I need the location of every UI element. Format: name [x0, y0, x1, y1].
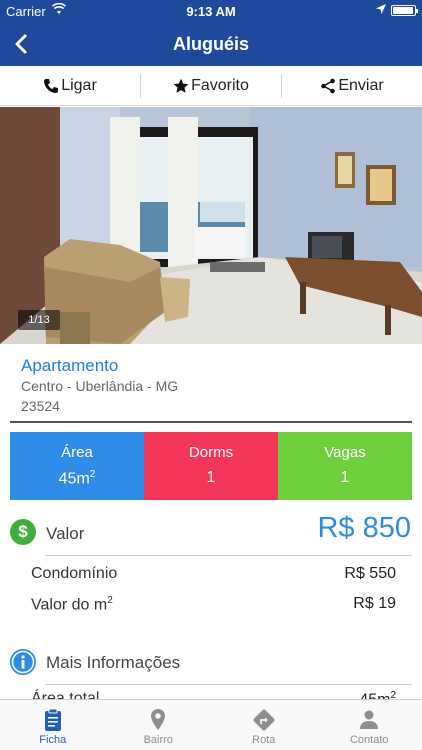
- more-info-divider: [46, 684, 412, 685]
- clock: 9:13 AM: [186, 4, 236, 19]
- tab-rota[interactable]: Rota: [211, 700, 317, 750]
- page-title: Aluguéis: [172, 34, 249, 54]
- navigation-bar: Carrier 9:13 AM Aluguéis: [0, 0, 422, 66]
- rent-price: R$ 850: [317, 512, 411, 544]
- area-stat: Área 45m2: [10, 432, 144, 500]
- price-per-m2-value: R$ 19: [353, 595, 396, 612]
- photo-counter: 1/13: [18, 310, 60, 330]
- share-icon: [321, 78, 336, 94]
- property-code: 23524: [21, 398, 60, 414]
- status-bar: Carrier 9:13 AM: [0, 0, 422, 22]
- tab-ficha-label: Ficha: [39, 734, 67, 746]
- tab-bairro[interactable]: Bairro: [106, 700, 212, 750]
- condo-fee-label: Condomínio: [31, 565, 118, 582]
- parking-value: 1: [340, 469, 350, 486]
- condo-fee-value: R$ 550: [344, 565, 396, 582]
- property-type: Apartamento: [21, 356, 119, 375]
- call-button[interactable]: Ligar: [0, 66, 140, 105]
- route-icon: [253, 709, 275, 731]
- favorite-label: Favorito: [191, 77, 249, 94]
- property-stats: Área 45m2 Dorms 1 Vagas 1: [10, 432, 412, 500]
- phone-icon: [44, 78, 59, 93]
- bedrooms-value: 1: [206, 469, 216, 486]
- more-info-label: Mais Informações: [46, 653, 181, 672]
- tab-ficha[interactable]: Ficha: [0, 700, 106, 750]
- clipboard-icon: [44, 708, 61, 731]
- bedrooms-stat: Dorms 1: [144, 432, 278, 500]
- property-detail-screen: Carrier 9:13 AM Aluguéis Ligar Favorito …: [0, 0, 422, 750]
- star-icon: [173, 78, 189, 93]
- info-icon: [10, 649, 36, 675]
- living-room-illustration: [0, 107, 422, 344]
- map-pin-icon: [151, 709, 166, 730]
- location-arrow-icon: [376, 4, 386, 14]
- bedrooms-label: Dorms: [188, 444, 234, 461]
- property-location: Centro - Uberlândia - MG: [21, 378, 179, 394]
- property-photo[interactable]: 1/13: [0, 107, 422, 344]
- parking-label: Vagas: [324, 444, 366, 461]
- area-label: Área: [61, 444, 93, 461]
- section-divider: [10, 421, 412, 423]
- area-value: 45m2: [58, 469, 96, 488]
- valor-label: Valor: [46, 524, 85, 543]
- price-per-m2-label: Valor do m2: [31, 595, 113, 614]
- dollar-icon: $: [10, 519, 36, 545]
- share-label: Enviar: [338, 77, 384, 94]
- valor-divider: [46, 555, 412, 556]
- tab-bairro-label: Bairro: [143, 734, 173, 746]
- parking-stat: Vagas 1: [278, 432, 412, 500]
- call-label: Ligar: [61, 76, 97, 94]
- battery-icon: [391, 5, 418, 16]
- action-bar: Ligar Favorito Enviar: [0, 66, 422, 106]
- tab-contato-label: Contato: [349, 734, 389, 746]
- tab-contato[interactable]: Contato: [317, 700, 422, 750]
- person-icon: [360, 710, 379, 729]
- tab-bar: Ficha Bairro Rota Contato: [0, 699, 422, 750]
- favorite-button[interactable]: Favorito: [140, 74, 281, 98]
- tab-rota-label: Rota: [252, 734, 276, 746]
- share-button[interactable]: Enviar: [281, 74, 422, 98]
